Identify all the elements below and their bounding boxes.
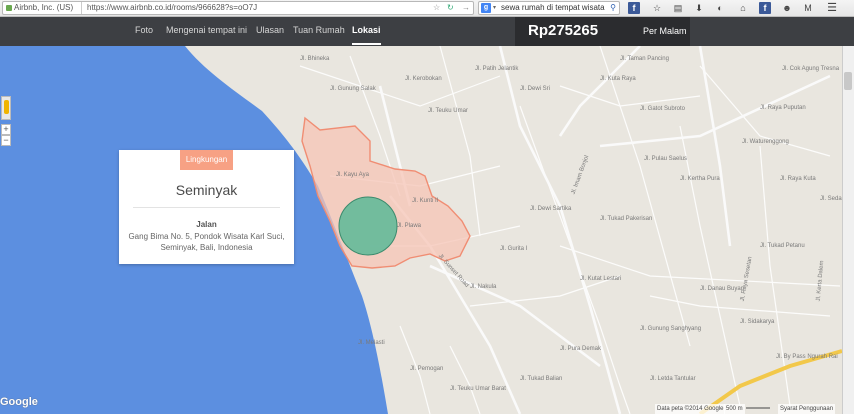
emoticon-icon[interactable]: ☻ bbox=[781, 2, 793, 14]
search-query-text[interactable]: sewa rumah di tempat wisata bbox=[501, 2, 605, 14]
zoom-in-button[interactable]: + bbox=[1, 124, 11, 135]
street-label: Jl. Kertha Pura bbox=[680, 176, 720, 182]
address-bar[interactable]: Airbnb, Inc. (US) https://www.airbnb.co.… bbox=[2, 1, 474, 15]
browser-search-box[interactable]: g ▾ sewa rumah di tempat wisata ⚲ bbox=[478, 1, 620, 15]
street-label: Jl. Taman Pancing bbox=[620, 56, 669, 62]
street-view-pegman[interactable] bbox=[1, 96, 11, 120]
page-scrollbar[interactable] bbox=[842, 46, 854, 414]
street-label: Jl. Melasti bbox=[358, 340, 385, 346]
street-label: Jl. Tukad Balian bbox=[520, 376, 563, 382]
location-map[interactable]: Jl. Kayu Aya Jl. Kunti II Jl. Plawa Jl. … bbox=[0, 46, 854, 414]
nightly-price: Rp275265 bbox=[528, 22, 599, 39]
gmail-icon[interactable]: M bbox=[802, 2, 814, 14]
street-label: Jl. Bhineka bbox=[300, 56, 330, 62]
street-label: Jl. Sidakarya bbox=[740, 319, 775, 325]
street-label: Jl. Dewi Sartika bbox=[530, 206, 572, 212]
address-divider bbox=[81, 2, 82, 14]
street-label: Jl. Kayu Aya bbox=[336, 172, 369, 178]
home-icon[interactable]: ⌂ bbox=[737, 2, 749, 14]
street-label: Jl. By Pass Ngurah Rai bbox=[776, 354, 838, 360]
scrollbar-thumb[interactable] bbox=[844, 72, 852, 90]
card-divider bbox=[133, 207, 280, 208]
location-circle bbox=[338, 196, 398, 256]
tab-about-place[interactable]: Mengenai tempat ini bbox=[166, 25, 247, 35]
neighborhood-badge: Lingkungan bbox=[180, 150, 233, 170]
search-icon[interactable]: ⚲ bbox=[610, 2, 616, 14]
google-search-engine-icon[interactable]: g bbox=[481, 3, 491, 13]
address-text: Gang Bima No. 5, Pondok Wisata Karl Suci… bbox=[128, 232, 285, 252]
secure-lock-icon bbox=[6, 5, 12, 11]
star-icon[interactable]: ☆ bbox=[651, 2, 663, 14]
facebook-icon[interactable]: f bbox=[759, 2, 771, 14]
tab-host[interactable]: Tuan Rumah bbox=[293, 25, 345, 35]
browser-toolbar: Airbnb, Inc. (US) https://www.airbnb.co.… bbox=[0, 0, 854, 17]
street-label: Jl. Plawa bbox=[397, 223, 422, 229]
address-label: Jalan bbox=[196, 220, 217, 229]
street-label: Jl. Kerobokan bbox=[405, 76, 442, 82]
street-label: Jl. Pemogan bbox=[410, 366, 444, 372]
listing-nav-bar: Foto Mengenai tempat ini Ulasan Tuan Rum… bbox=[0, 17, 854, 46]
tab-location[interactable]: Lokasi bbox=[352, 25, 381, 45]
street-label: Jl. Patih Jelantik bbox=[475, 66, 519, 72]
url-text[interactable]: https://www.airbnb.co.id/rooms/966628?s=… bbox=[87, 2, 257, 14]
street-label: Jl. Danau Buyan bbox=[700, 286, 745, 292]
facebook-icon[interactable]: f bbox=[628, 2, 640, 14]
street-label: Jl. Letda Tantular bbox=[650, 376, 696, 382]
google-logo: Google bbox=[0, 396, 38, 408]
street-label: Jl. Nakula bbox=[470, 284, 497, 290]
map-scale-label: 500 m bbox=[724, 404, 745, 414]
street-label: Jl. Raya Kuta bbox=[780, 176, 816, 182]
chevron-down-icon[interactable]: ▾ bbox=[493, 2, 496, 14]
per-night-selector[interactable]: Per Malam bbox=[643, 26, 687, 36]
map-data-attribution: Data peta ©2014 Google bbox=[655, 404, 726, 414]
street-label: Jl. Tukad Pakerisan bbox=[600, 216, 653, 222]
tab-reviews[interactable]: Ulasan bbox=[256, 25, 284, 35]
street-label: Jl. Gunung Salak bbox=[330, 86, 376, 92]
price-panel: Rp275265 Per Malam bbox=[515, 17, 690, 46]
translate-icon[interactable]: ◐ bbox=[714, 2, 726, 14]
neighborhood-card: Lingkungan Seminyak Jalan Gang Bima No. … bbox=[119, 150, 294, 264]
street-label: Jl. Pulau Saelus bbox=[644, 156, 688, 162]
street-label: Jl. Waturenggong bbox=[742, 139, 789, 145]
street-label: Jl. Gurita I bbox=[500, 246, 528, 252]
reload-icon[interactable]: ↻ bbox=[447, 2, 454, 14]
site-identity[interactable]: Airbnb, Inc. (US) bbox=[14, 2, 73, 14]
bookmark-star-icon[interactable]: ☆ bbox=[433, 2, 440, 14]
street-label: Jl. Pura Demak bbox=[560, 346, 602, 352]
street-label: Jl. Kunti II bbox=[412, 198, 439, 204]
street-label: Jl. Kutat Lestari bbox=[580, 276, 622, 282]
street-label: Jl. Teuku Umar Barat bbox=[450, 386, 506, 392]
terms-link[interactable]: Syarat Penggunaan bbox=[778, 404, 836, 414]
street-label: Jl. Dewi Sri bbox=[520, 86, 551, 92]
neighborhood-title: Seminyak bbox=[175, 182, 238, 198]
street-label: Jl. Gatot Subroto bbox=[640, 106, 686, 112]
street-label: Jl. Tukad Petanu bbox=[760, 243, 805, 249]
street-label: Jl. Cok Agung Tresna bbox=[782, 66, 840, 72]
street-label: Jl. Teuku Umar bbox=[428, 108, 468, 114]
street-label: Jl. Gunung Sanghyang bbox=[640, 326, 702, 332]
clipboard-icon[interactable]: ▤ bbox=[672, 2, 684, 14]
street-label: Jl. Raya Puputan bbox=[760, 105, 806, 111]
go-arrow-icon[interactable]: → bbox=[462, 2, 470, 14]
menu-icon[interactable]: ☰ bbox=[826, 2, 838, 14]
street-label: Jl. Kuta Raya bbox=[600, 76, 636, 82]
tab-photos[interactable]: Foto bbox=[135, 25, 153, 35]
pegman-icon bbox=[4, 100, 9, 114]
zoom-out-button[interactable]: − bbox=[1, 135, 11, 146]
download-icon[interactable]: ⬇ bbox=[693, 2, 705, 14]
